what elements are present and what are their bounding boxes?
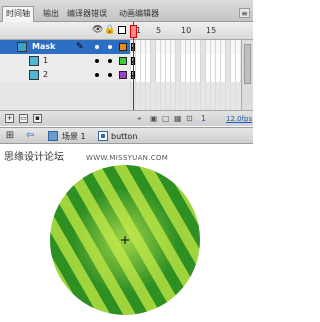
delete-layer-button[interactable]: ▪ xyxy=(33,114,42,123)
ruler-number: 5 xyxy=(156,26,162,35)
frame-ruler[interactable]: 1 5 10 15 xyxy=(130,22,240,40)
layer-name[interactable]: Mask xyxy=(32,41,55,53)
tab-compiler-errors[interactable]: 编译器错误 xyxy=(64,7,110,21)
masked-layer-icon xyxy=(29,70,39,80)
frame-track[interactable] xyxy=(130,68,240,82)
layer-row-mask[interactable]: Mask ✎ xyxy=(0,40,253,54)
timeline-scrollbar[interactable] xyxy=(241,40,253,110)
tab-output[interactable]: 输出 xyxy=(40,7,62,21)
tab-motion-editor[interactable]: 动画编辑器 xyxy=(116,7,162,21)
masked-layer-icon xyxy=(29,56,39,66)
timeline-footer: + ▭ ▪ ⌖ ▣ ▢ ▦ ⊡ 1 12.0fps xyxy=(0,110,253,126)
frame-track[interactable] xyxy=(130,40,240,54)
edit-multiple-frames-icon[interactable]: ▦ xyxy=(174,113,182,125)
timeline-empty-area xyxy=(0,82,253,110)
tab-timeline[interactable]: 时间轴 xyxy=(2,6,34,22)
back-arrow-icon[interactable]: ⇦ xyxy=(26,130,38,142)
frame-rate[interactable]: 12.0fps xyxy=(226,113,252,125)
ruler-number: 15 xyxy=(206,26,217,35)
onion-skin-icon[interactable]: ▣ xyxy=(150,113,158,125)
lock-toggle[interactable] xyxy=(108,73,112,77)
layer-row-1[interactable]: 1 xyxy=(0,54,253,68)
layer-row-2[interactable]: 2 xyxy=(0,68,253,82)
current-frame: 1 xyxy=(201,114,207,123)
timeline-panel: 👁 🔒 1 5 10 15 Mask ✎ 1 2 + ▭ ▪ ⌖ ▣ ▢ ▦ ⊡… xyxy=(0,22,253,126)
layer-name[interactable]: 2 xyxy=(43,69,48,81)
edit-bar: ⊞ ⇦ 场景 1 button xyxy=(0,127,253,144)
ruler-number: 10 xyxy=(181,26,192,35)
layer-name[interactable]: 1 xyxy=(43,55,48,67)
visibility-dot[interactable] xyxy=(95,73,99,77)
visibility-dot[interactable] xyxy=(95,59,99,63)
lock-toggle[interactable] xyxy=(108,59,112,63)
timeline-toggle-icon[interactable]: ⊞ xyxy=(4,130,16,142)
striped-circle-graphic[interactable] xyxy=(49,164,201,316)
outline-color-swatch[interactable] xyxy=(119,71,127,79)
symbol-breadcrumb[interactable]: button xyxy=(111,131,137,142)
center-frame-icon[interactable]: ⌖ xyxy=(137,113,142,125)
symbol-icon xyxy=(98,131,108,141)
outline-color-swatch[interactable] xyxy=(119,57,127,65)
scrollbar-thumb[interactable] xyxy=(244,44,251,84)
panel-tab-bar: 时间轴 输出 编译器错误 动画编辑器 ≡ xyxy=(0,0,253,22)
pencil-icon: ✎ xyxy=(76,42,84,52)
mask-layer-icon xyxy=(17,42,27,52)
watermark-url: WWW.MISSYUAN.COM xyxy=(86,154,169,162)
scene-icon xyxy=(48,131,58,141)
outline-color-swatch[interactable] xyxy=(119,43,127,51)
onion-markers-icon[interactable]: ⊡ xyxy=(186,113,193,125)
lock-icon[interactable]: 🔒 xyxy=(104,25,115,36)
visibility-dot[interactable] xyxy=(95,45,99,49)
menu-icon[interactable]: ≡ xyxy=(239,8,250,18)
stage[interactable]: 思缘设计论坛 WWW.MISSYUAN.COM xyxy=(0,145,253,322)
timeline-header: 👁 🔒 1 5 10 15 xyxy=(0,22,253,40)
eye-icon[interactable]: 👁 xyxy=(92,25,103,36)
lock-toggle[interactable] xyxy=(108,45,112,49)
add-layer-button[interactable]: + xyxy=(5,114,14,123)
onion-outline-icon[interactable]: ▢ xyxy=(162,113,170,125)
outline-icon[interactable] xyxy=(117,25,128,36)
watermark-forum-name: 思缘设计论坛 xyxy=(4,152,64,163)
add-folder-button[interactable]: ▭ xyxy=(19,114,28,123)
scene-breadcrumb[interactable]: 场景 1 xyxy=(62,131,86,142)
playhead-handle[interactable] xyxy=(130,25,137,38)
frame-track[interactable] xyxy=(130,54,240,68)
